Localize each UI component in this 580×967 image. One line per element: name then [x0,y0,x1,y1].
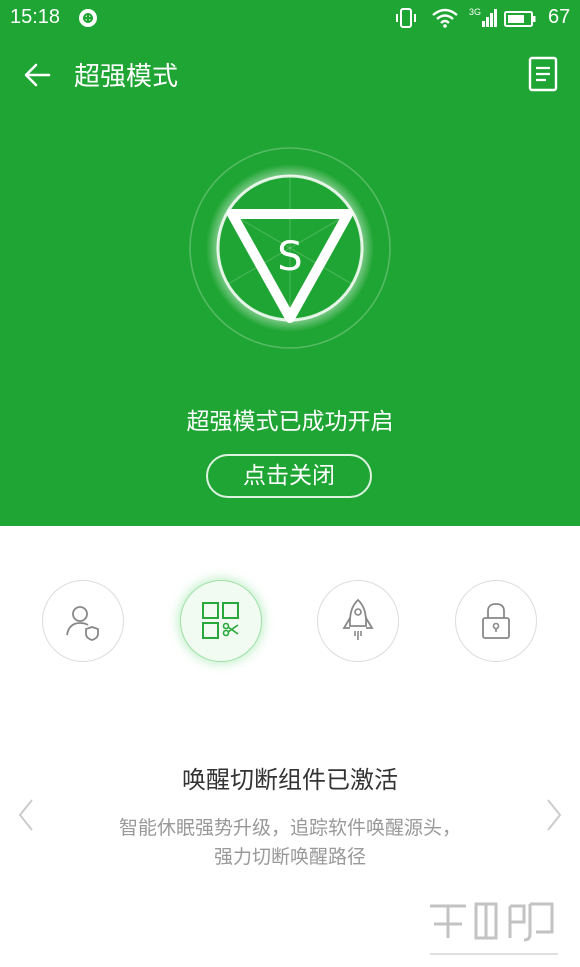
status-bar: 15:18 3G 67 [0,0,580,38]
document-icon[interactable] [528,56,558,92]
feature-lock[interactable] [455,580,537,662]
close-mode-button[interactable]: 点击关闭 [206,454,372,498]
next-arrow-icon[interactable] [544,798,564,832]
wifi-icon [432,8,458,28]
feature-boost[interactable] [317,580,399,662]
emblem-letter: S [277,234,302,280]
super-mode-emblem: S [189,147,391,349]
feature-user-protection[interactable] [42,580,124,662]
feature-wake-cut[interactable] [180,580,262,662]
battery-icon [504,11,536,27]
rocket-icon [342,598,374,640]
status-time: 15:18 [10,6,61,28]
user-shield-icon [66,606,99,641]
battery-level: 67 [548,6,571,28]
feature-description: 智能休眠强势升级，追踪软件唤醒源头，强力切断唤醒路径 [118,817,461,868]
lock-icon [482,603,510,639]
vibrate-icon [396,8,416,28]
cellular-signal-icon: 3G [469,7,497,29]
app-notification-icon [79,9,97,27]
grid-scissors-icon [202,602,239,639]
prev-arrow-icon[interactable] [16,798,36,832]
page-title: 超强模式 [74,62,179,92]
back-arrow-icon[interactable] [22,60,52,90]
feature-title: 唤醒切断组件已激活 [182,766,398,794]
mode-status-text: 超强模式已成功开启 [186,409,394,435]
watermark-logo [430,902,558,955]
